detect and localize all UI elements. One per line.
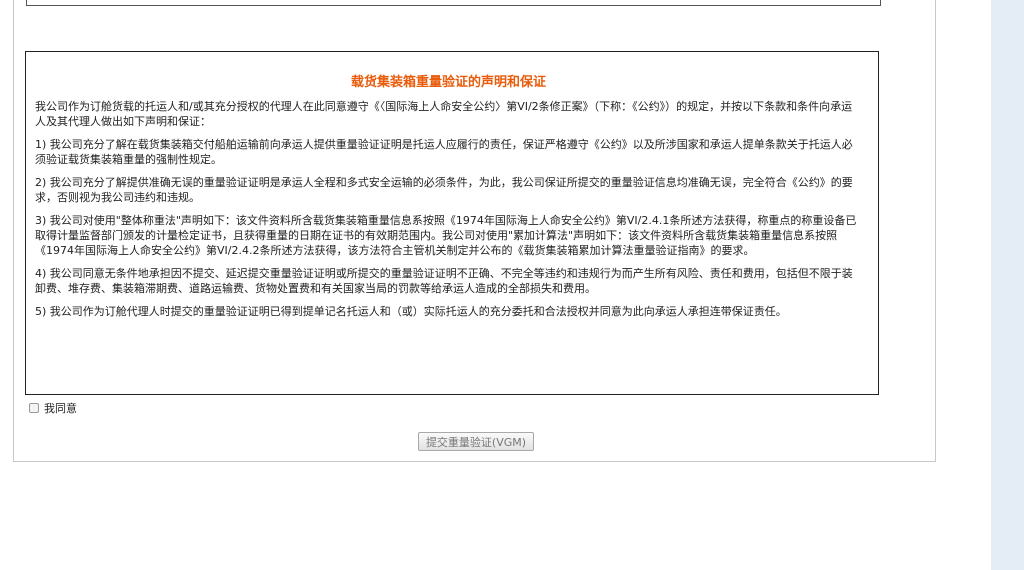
declaration-item-5: 5) 我公司作为订舱代理人时提交的重量验证证明已得到提单记名托运人和（或）实际托… <box>35 305 787 318</box>
declaration-intro: 我公司作为订舱货载的托运人和/或其充分授权的代理人在此同意遵守《〈国际海上人命安… <box>35 100 853 128</box>
declaration-item-1: 1) 我公司充分了解在载货集装箱交付船舶运输前向承运人提供重量验证证明是托运人应… <box>35 138 853 166</box>
page: 载货集装箱重量验证的声明和保证 我公司作为订舱货载的托运人和/或其充分授权的代理… <box>0 0 1024 570</box>
submit-vgm-button[interactable]: 提交重量验证(VGM) <box>418 432 534 451</box>
declaration-item-2: 2) 我公司充分了解提供准确无误的重量验证证明是承运人全程和多式安全运输的必须条… <box>35 176 853 204</box>
agree-label[interactable]: 我同意 <box>44 400 77 416</box>
agree-row: 我同意 <box>29 399 77 417</box>
previous-section-box <box>26 0 881 6</box>
agree-checkbox[interactable] <box>29 403 39 413</box>
declaration-title: 载货集装箱重量验证的声明和保证 <box>350 75 546 90</box>
declaration-box: 载货集装箱重量验证的声明和保证 我公司作为订舱货载的托运人和/或其充分授权的代理… <box>25 51 879 395</box>
declaration-item-3: 3) 我公司对使用"整体称重法"声明如下：该文件资料所含载货集装箱重量信息系按照… <box>35 214 857 257</box>
declaration-item-4: 4) 我公司同意无条件地承担因不提交、延迟提交重量验证证明或所提交的重量验证证明… <box>35 267 853 295</box>
right-side-panel <box>991 0 1024 570</box>
